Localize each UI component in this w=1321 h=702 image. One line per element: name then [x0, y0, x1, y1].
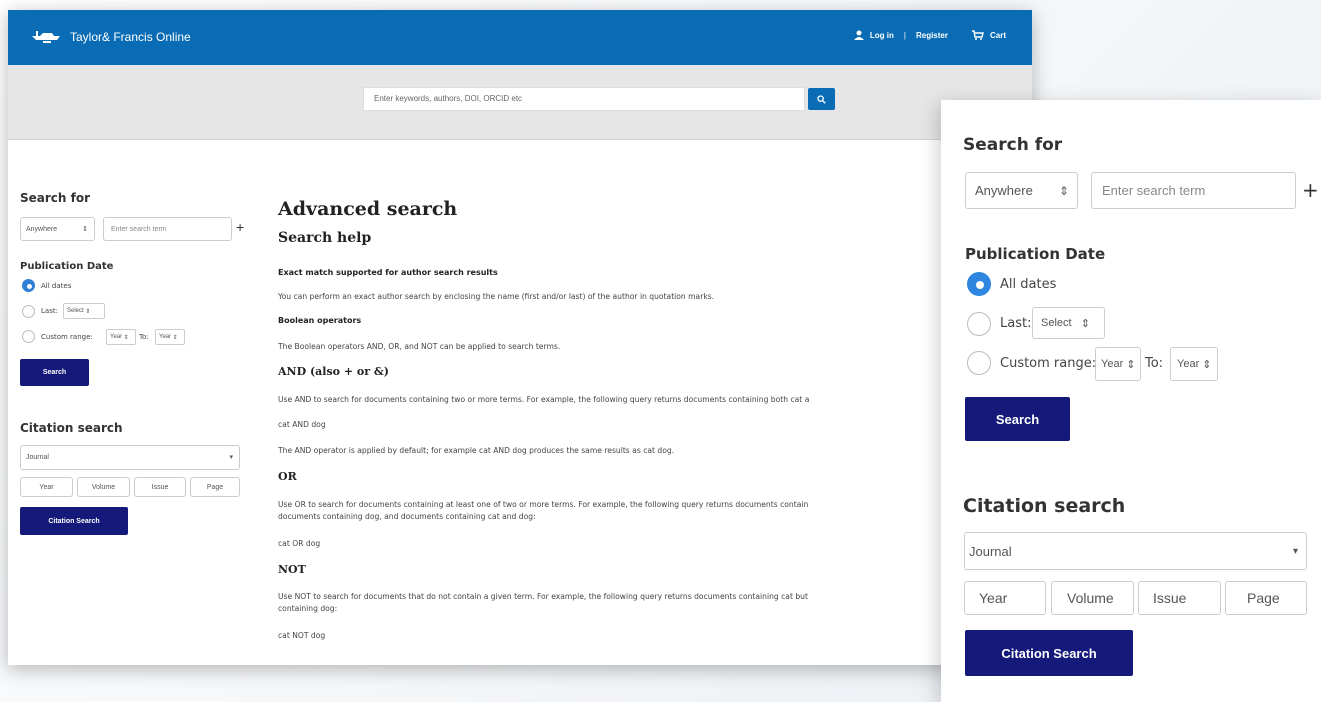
login-label: Log in	[869, 30, 894, 40]
citation-year-input[interactable]: Year	[20, 477, 73, 497]
cart-link[interactable]: Cart	[971, 30, 1006, 40]
zoomed-sidebar-panel: Search for Anywhere ⇕ Enter search term …	[941, 100, 1321, 702]
zoom-citation-year-input[interactable]: Year	[964, 581, 1046, 615]
journal-select[interactable]: Journal ▾	[20, 445, 240, 470]
search-term-input[interactable]: Enter search term	[103, 217, 232, 241]
year-to-value: Year	[159, 334, 172, 340]
or-heading: OR	[278, 470, 297, 483]
zoom-journal-select-value: Journal	[969, 543, 1012, 559]
year-from-value: Year	[110, 334, 123, 340]
and-default-text: The AND operator is applied by default; …	[278, 446, 675, 455]
zoom-search-term-input[interactable]: Enter search term	[1091, 172, 1296, 209]
field-select-value: Anywhere	[26, 225, 58, 233]
zoom-dropdown-caret-icon: ▾	[1292, 545, 1298, 557]
journal-select-value: Journal	[26, 454, 49, 461]
cart-label: Cart	[989, 30, 1006, 40]
last-radio[interactable]	[22, 305, 35, 318]
zoom-all-dates-radio[interactable]	[967, 272, 991, 296]
publication-date-heading: Publication Date	[20, 261, 114, 272]
not-text-line-2: containing dog:	[278, 604, 338, 613]
exact-match-heading: Exact match supported for author search …	[278, 268, 498, 277]
and-text: Use AND to search for documents containi…	[278, 395, 810, 404]
last-period-value: Select	[67, 308, 84, 314]
citation-search-heading: Citation search	[20, 421, 123, 435]
or-text-line-2: documents containing dog, and documents …	[278, 512, 536, 521]
login-link[interactable]: Log in	[853, 30, 894, 40]
search-button[interactable]: Search	[20, 359, 89, 386]
zoom-year-from-value: Year	[1101, 358, 1124, 370]
zoom-all-dates-label: All dates	[1000, 277, 1057, 292]
zoom-year-to-select[interactable]: Year ⇕	[1170, 347, 1218, 381]
year-from-select[interactable]: Year ⇕	[106, 329, 136, 345]
and-heading: AND (also + or &)	[278, 365, 389, 378]
exact-match-text: You can perform an exact author search b…	[278, 292, 715, 301]
zoom-last-radio[interactable]	[967, 312, 991, 336]
account-links: Log in | Register Cart	[853, 30, 1006, 40]
boolean-heading: Boolean operators	[278, 316, 362, 325]
year-to-select[interactable]: Year ⇕	[155, 329, 185, 345]
top-navigation-bar: Taylor& Francis Online Log in | Register…	[8, 10, 1032, 65]
zoom-citation-search-heading: Citation search	[963, 495, 1126, 517]
search-icon	[817, 94, 826, 104]
zoom-year-to-value: Year	[1177, 358, 1200, 370]
zoom-journal-select[interactable]: Journal ▾	[964, 532, 1307, 570]
and-example: cat AND dog	[278, 420, 326, 429]
last-period-select[interactable]: Select ⇕	[63, 303, 105, 319]
not-example: cat NOT dog	[278, 631, 326, 640]
not-heading: NOT	[278, 563, 306, 576]
select-arrows-icon: ⇕	[82, 226, 88, 233]
last-label: Last:	[41, 307, 58, 315]
all-dates-label: All dates	[41, 282, 72, 290]
add-term-icon[interactable]: +	[236, 219, 244, 235]
cart-icon	[971, 30, 984, 40]
zoom-citation-search-button[interactable]: Citation Search	[965, 630, 1133, 676]
user-icon	[853, 30, 864, 40]
search-for-heading: Search for	[20, 191, 91, 205]
citation-volume-input[interactable]: Volume	[77, 477, 130, 497]
dropdown-caret-icon: ▾	[229, 454, 233, 461]
zoom-search-button[interactable]: Search	[965, 397, 1070, 441]
citation-issue-input[interactable]: Issue	[134, 477, 186, 497]
custom-range-radio[interactable]	[22, 330, 35, 343]
zoom-year-from-select[interactable]: Year ⇕	[1095, 347, 1141, 381]
page-title: Advanced search	[278, 198, 458, 220]
zoom-search-for-heading: Search for	[963, 135, 1063, 155]
zoom-last-period-select[interactable]: Select ⇕	[1032, 307, 1105, 339]
register-link[interactable]: Register	[916, 31, 948, 40]
or-text-line-1: Use OR to search for documents containin…	[278, 500, 809, 509]
zoom-field-select[interactable]: Anywhere ⇕	[965, 172, 1078, 209]
browser-screenshot: Taylor& Francis Online Log in | Register…	[8, 10, 1032, 665]
zoom-citation-issue-input[interactable]: Issue	[1138, 581, 1221, 615]
logo-lamp-icon	[32, 31, 60, 43]
zoom-select-arrows-icon: ⇕	[1058, 183, 1069, 198]
brand-name: Taylor& Francis Online	[70, 30, 191, 44]
zoom-custom-range-radio[interactable]	[967, 351, 991, 375]
to-label: To:	[139, 333, 149, 341]
zoom-last-period-value: Select	[1041, 317, 1072, 329]
all-dates-radio[interactable]	[22, 279, 35, 292]
zoom-citation-page-input[interactable]: Page	[1225, 581, 1307, 615]
citation-page-input[interactable]: Page	[190, 477, 240, 497]
custom-range-label: Custom range:	[41, 333, 93, 341]
boolean-text: The Boolean operators AND, OR, and NOT c…	[278, 342, 561, 351]
keyword-search-input[interactable]: Enter keywords, authors, DOI, ORCID etc	[363, 87, 805, 111]
zoom-to-label: To:	[1145, 356, 1164, 371]
global-search-bar: Enter keywords, authors, DOI, ORCID etc	[8, 65, 1032, 140]
search-help-heading: Search help	[278, 230, 372, 246]
brand-logo[interactable]: Taylor& Francis Online	[30, 30, 191, 44]
field-select[interactable]: Anywhere ⇕	[20, 217, 95, 241]
or-example: cat OR dog	[278, 539, 321, 548]
zoom-field-select-value: Anywhere	[975, 183, 1033, 198]
zoom-add-term-icon[interactable]: +	[1302, 178, 1319, 202]
citation-search-button[interactable]: Citation Search	[20, 507, 128, 535]
zoom-custom-range-label: Custom range:	[1000, 356, 1097, 371]
zoom-citation-volume-input[interactable]: Volume	[1051, 581, 1134, 615]
zoom-publication-date-heading: Publication Date	[965, 245, 1106, 263]
not-text-line-1: Use NOT to search for documents that do …	[278, 592, 808, 601]
zoom-last-label: Last:	[1000, 316, 1032, 331]
keyword-search-button[interactable]	[808, 88, 835, 110]
link-separator: |	[903, 30, 906, 40]
